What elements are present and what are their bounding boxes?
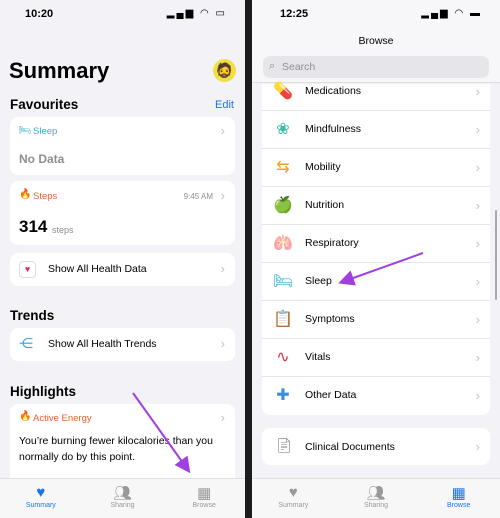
arrow-to-browse <box>132 392 191 474</box>
arrow-to-sleep <box>338 252 424 286</box>
annotation-arrows <box>132 252 424 474</box>
